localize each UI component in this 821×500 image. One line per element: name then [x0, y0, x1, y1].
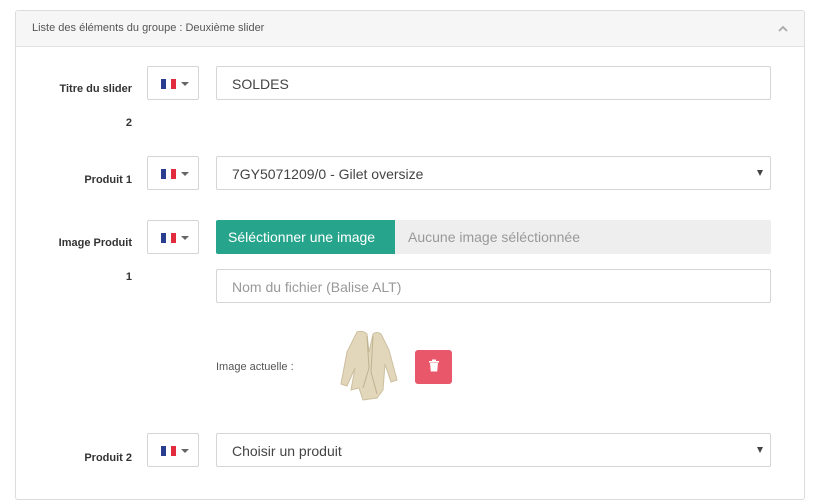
french-flag-icon — [161, 446, 176, 456]
alt-text-placeholder: Nom du fichier (Balise ALT) — [232, 279, 402, 295]
produit1-select[interactable]: 7GY5071209/0 - Gilet oversize — [216, 156, 771, 190]
language-select-image1[interactable] — [147, 220, 199, 254]
alt-text-input[interactable]: Nom du fichier (Balise ALT) — [216, 269, 771, 303]
current-image-label: Image actuelle : — [216, 361, 294, 373]
french-flag-icon — [161, 79, 176, 89]
produit2-select[interactable]: Choisir un produit — [216, 433, 771, 467]
titre-slider-label: Titre du slider 2 — [40, 83, 132, 129]
titre-slider-input[interactable]: SOLDES — [216, 66, 771, 100]
image-produit1-label-line1: Image Produit — [58, 237, 132, 249]
panel-title: Liste des éléments du groupe : Deuxième … — [32, 22, 265, 34]
caret-down-icon — [181, 172, 189, 176]
select-arrow-icon — [757, 170, 763, 176]
select-image-button[interactable]: Séléctionner une image — [216, 220, 395, 254]
produit2-label: Produit 2 — [84, 452, 132, 464]
trash-icon — [428, 359, 439, 372]
french-flag-icon — [161, 233, 176, 243]
titre-slider-label-line1: Titre du slider — [59, 83, 132, 95]
select-image-button-label: Séléctionner une image — [228, 229, 376, 245]
image-produit1-label: Image Produit 1 — [40, 237, 132, 283]
caret-down-icon — [181, 449, 189, 453]
caret-down-icon — [181, 236, 189, 240]
titre-slider-label-line2: 2 — [125, 117, 132, 129]
produit1-selected: 7GY5071209/0 - Gilet oversize — [232, 166, 424, 182]
language-select-produit2[interactable] — [147, 433, 199, 467]
chevron-up-icon[interactable] — [776, 22, 790, 36]
upload-status-text: Aucune image séléctionnée — [408, 229, 581, 245]
product-thumbnail-image — [340, 330, 398, 401]
french-flag-icon — [161, 169, 176, 179]
language-select-produit1[interactable] — [147, 156, 199, 190]
caret-down-icon — [181, 82, 189, 86]
produit1-label: Produit 1 — [84, 174, 132, 186]
select-arrow-icon — [757, 447, 763, 453]
panel-header[interactable]: Liste des éléments du groupe : Deuxième … — [16, 11, 804, 47]
titre-slider-value: SOLDES — [232, 76, 289, 92]
image-produit1-label-line2: 1 — [125, 271, 132, 283]
language-select-titre[interactable] — [147, 66, 199, 100]
image-upload: Séléctionner une image Aucune image sélé… — [216, 220, 771, 254]
delete-image-button[interactable] — [415, 350, 452, 384]
produit2-selected: Choisir un produit — [232, 443, 342, 459]
